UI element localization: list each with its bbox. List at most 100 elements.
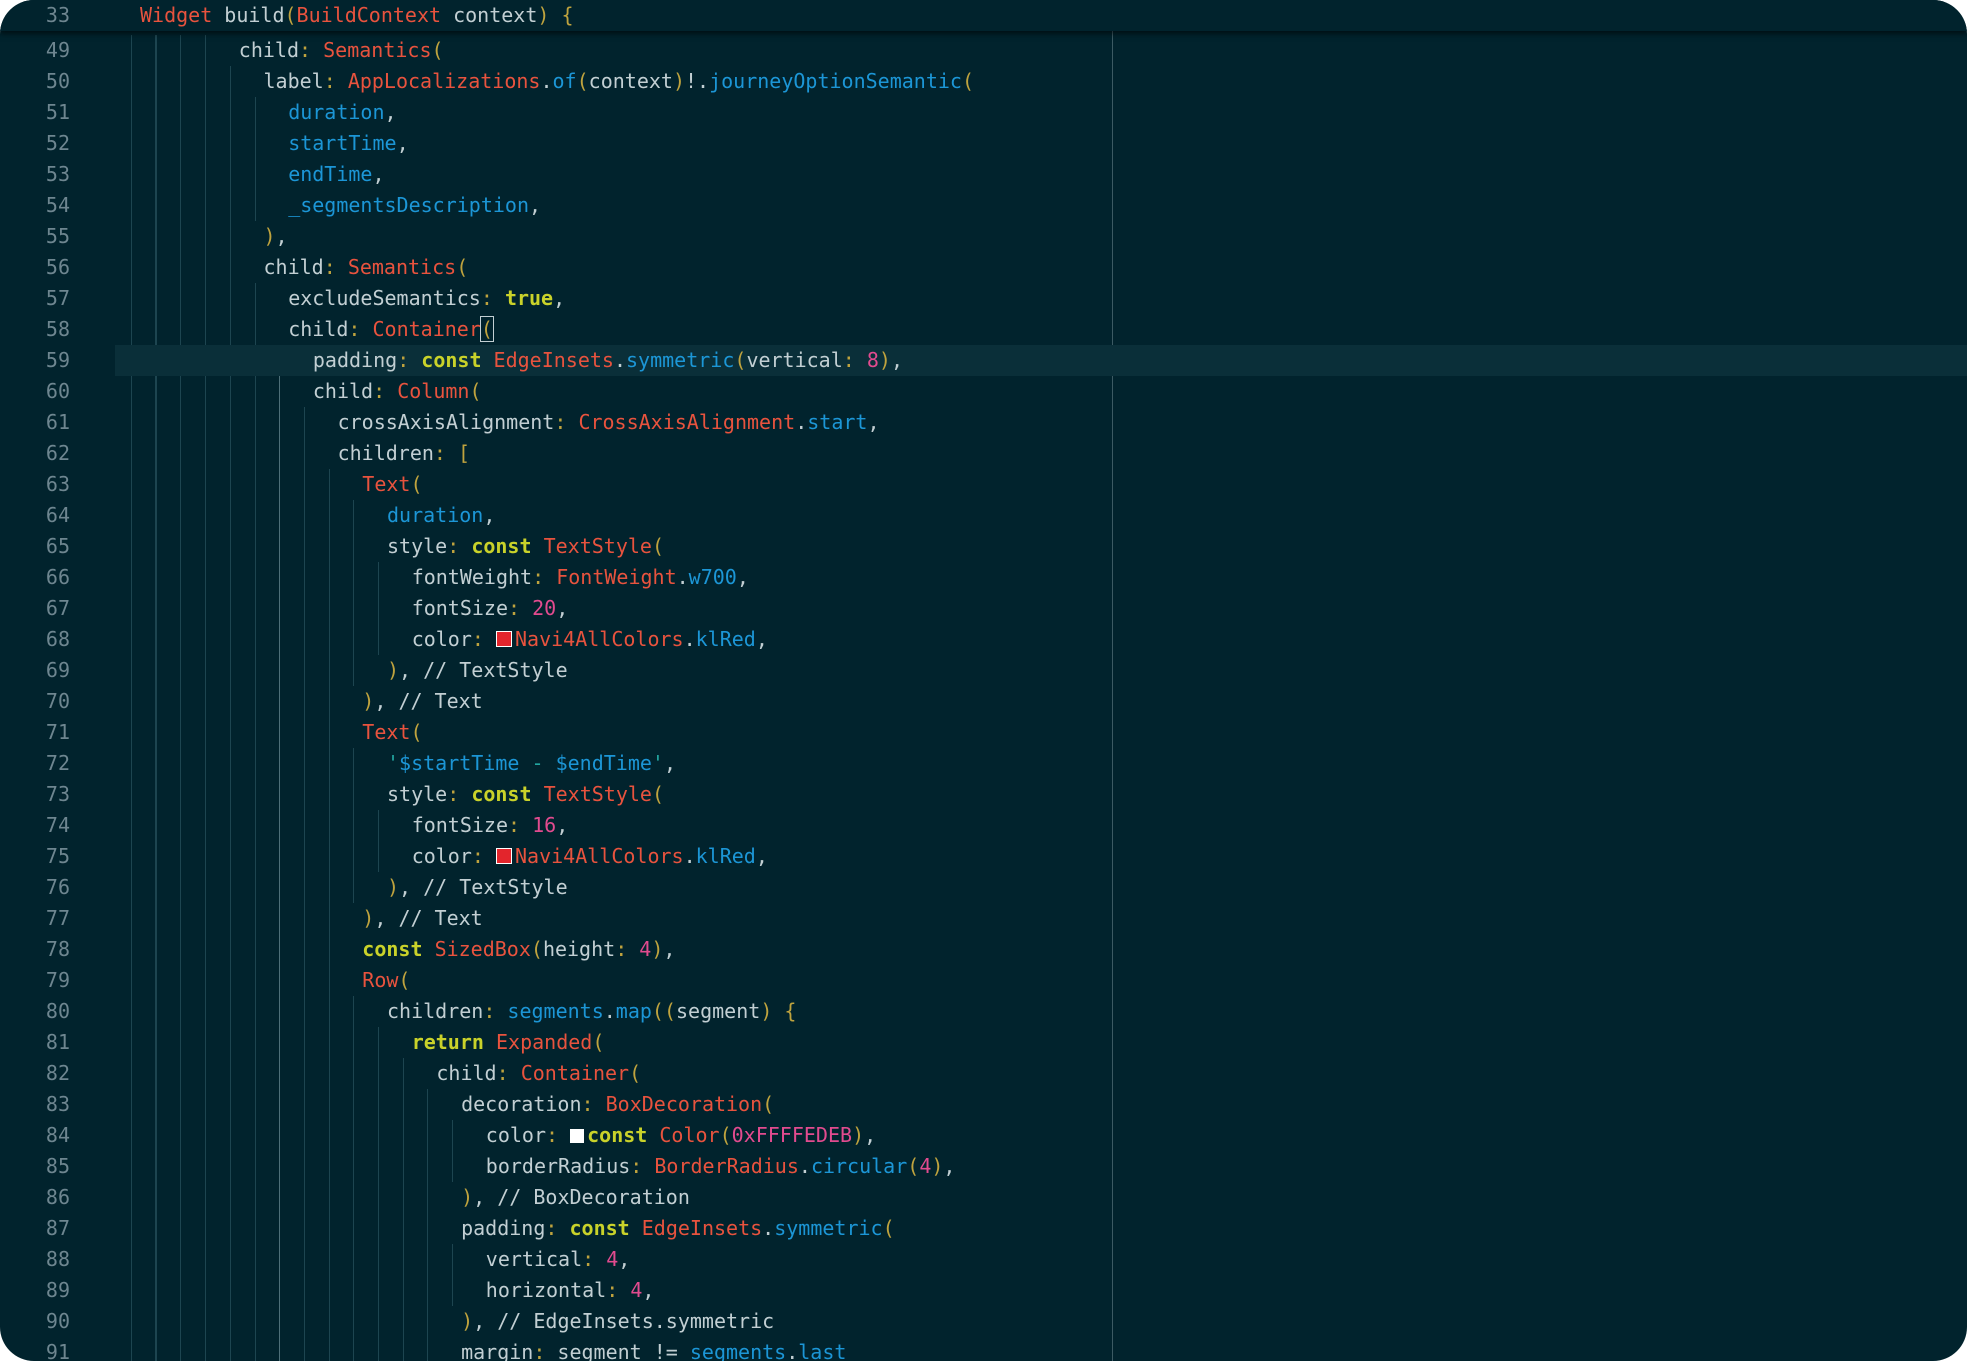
code-line[interactable]: child: Column(: [313, 376, 482, 407]
code-line[interactable]: child: Semantics(: [239, 35, 444, 66]
code-line[interactable]: child: Container(: [288, 314, 494, 345]
code-line[interactable]: Text(: [362, 469, 422, 500]
code-line[interactable]: borderRadius: BorderRadius.circular(4),: [486, 1151, 956, 1182]
line-number: 56: [45, 255, 70, 279]
line-number: 66: [45, 565, 70, 589]
line-number: 57: [45, 286, 70, 310]
code-line[interactable]: decoration: BoxDecoration(: [461, 1089, 774, 1120]
code-line[interactable]: crossAxisAlignment: CrossAxisAlignment.s…: [338, 407, 880, 438]
line-number: 58: [45, 317, 70, 341]
code-line[interactable]: color: const Color(0xFFFFEDEB),: [486, 1120, 876, 1151]
indent-guide: [130, 35, 132, 1361]
code-line[interactable]: return Expanded(: [412, 1027, 605, 1058]
line-number: 63: [45, 472, 70, 496]
code-line[interactable]: ), // TextStyle: [387, 872, 568, 903]
line-number: 53: [45, 162, 70, 186]
line-number: 83: [45, 1092, 70, 1116]
indent-guide: [180, 35, 182, 1361]
line-number: 91: [45, 1340, 70, 1361]
code-line[interactable]: duration,: [288, 97, 396, 128]
line-number: 49: [45, 38, 70, 62]
code-line[interactable]: ), // TextStyle: [387, 655, 568, 686]
code-line[interactable]: style: const TextStyle(: [387, 779, 664, 810]
code-line[interactable]: label: AppLocalizations.of(context)!.jou…: [264, 66, 975, 97]
code-line[interactable]: ), // BoxDecoration: [461, 1182, 690, 1213]
line-number: 76: [45, 875, 70, 899]
code-line[interactable]: fontSize: 20,: [412, 593, 569, 624]
color-swatch-icon[interactable]: [570, 1129, 585, 1143]
line-number: 52: [45, 131, 70, 155]
line-number: 75: [45, 844, 70, 868]
line-number: 89: [45, 1278, 70, 1302]
code-line[interactable]: duration,: [387, 500, 495, 531]
code-line[interactable]: children: segments.map((segment) {: [387, 996, 796, 1027]
code-line[interactable]: ), // Text: [362, 686, 482, 717]
indent-guide: [303, 407, 305, 1361]
line-number: 72: [45, 751, 70, 775]
code-editor[interactable]: 33 Widget build(BuildContext context) { …: [0, 0, 1967, 1361]
line-number: 50: [45, 69, 70, 93]
line-number: 88: [45, 1247, 70, 1271]
color-swatch-icon[interactable]: [496, 848, 512, 864]
indent-guide: [378, 562, 379, 655]
line-number: 62: [45, 441, 70, 465]
code-line[interactable]: Row(: [362, 965, 410, 996]
column-ruler: [1112, 31, 1113, 1361]
indent-guide: [452, 1244, 454, 1306]
code-line[interactable]: Widget build(BuildContext context) {: [140, 0, 574, 31]
code-line[interactable]: fontWeight: FontWeight.w700,: [412, 562, 749, 593]
code-line[interactable]: Text(: [362, 717, 422, 748]
code-line[interactable]: endTime,: [288, 159, 384, 190]
code-line[interactable]: ), // EdgeInsets.symmetric: [461, 1306, 774, 1337]
line-number: 90: [45, 1309, 70, 1333]
code-line[interactable]: vertical: 4,: [486, 1244, 631, 1275]
indent-guide: [155, 35, 157, 1361]
code-line[interactable]: const SizedBox(height: 4),: [362, 934, 675, 965]
line-number: 67: [45, 596, 70, 620]
indent-guide: [328, 469, 330, 1361]
line-number: 51: [45, 100, 70, 124]
line-number: 84: [45, 1123, 70, 1147]
indent-guide: [427, 1089, 429, 1361]
line-number: 65: [45, 534, 70, 558]
code-line[interactable]: startTime,: [288, 128, 408, 159]
line-number: 80: [45, 999, 70, 1023]
code-line[interactable]: '$startTime - $endTime',: [387, 748, 676, 779]
indent-guide: [452, 1120, 454, 1182]
indent-guide: [205, 35, 207, 1361]
line-number: 55: [45, 224, 70, 248]
code-line[interactable]: color: Navi4AllColors.klRed,: [412, 841, 768, 872]
sticky-scroll-header[interactable]: 33 Widget build(BuildContext context) {: [0, 0, 1967, 31]
code-line[interactable]: ), // Text: [362, 903, 482, 934]
line-number: 87: [45, 1216, 70, 1240]
code-line[interactable]: ),: [264, 221, 288, 252]
code-line[interactable]: style: const TextStyle(: [387, 531, 664, 562]
code-line[interactable]: child: Container(: [436, 1058, 641, 1089]
line-number: 61: [45, 410, 70, 434]
indent-guide: [254, 283, 256, 1361]
indent-guide: [353, 500, 355, 686]
code-line[interactable]: excludeSemantics: true,: [288, 283, 565, 314]
code-line[interactable]: margin: segment != segments.last: [461, 1337, 846, 1361]
code-line[interactable]: children: [: [338, 438, 470, 469]
code-line[interactable]: padding: const EdgeInsets.symmetric(vert…: [313, 345, 903, 376]
line-number: 68: [45, 627, 70, 651]
line-number: 70: [45, 689, 70, 713]
indent-guide: [353, 748, 355, 903]
code-line[interactable]: color: Navi4AllColors.klRed,: [412, 624, 768, 655]
code-line[interactable]: fontSize: 16,: [412, 810, 569, 841]
code-line[interactable]: horizontal: 4,: [486, 1275, 655, 1306]
code-line[interactable]: padding: const EdgeInsets.symmetric(: [461, 1213, 895, 1244]
indent-guide: [254, 97, 256, 221]
line-number: 60: [45, 379, 70, 403]
line-number: 69: [45, 658, 70, 682]
line-number: 59: [45, 348, 70, 372]
code-line[interactable]: child: Semantics(: [264, 252, 469, 283]
code-line[interactable]: _segmentsDescription,: [288, 190, 541, 221]
line-number: 54: [45, 193, 70, 217]
line-number: 33: [45, 3, 70, 27]
indent-guide: [378, 1027, 379, 1361]
line-number: 81: [45, 1030, 70, 1054]
color-swatch-icon[interactable]: [496, 631, 512, 647]
indent-guide: [279, 345, 281, 1361]
